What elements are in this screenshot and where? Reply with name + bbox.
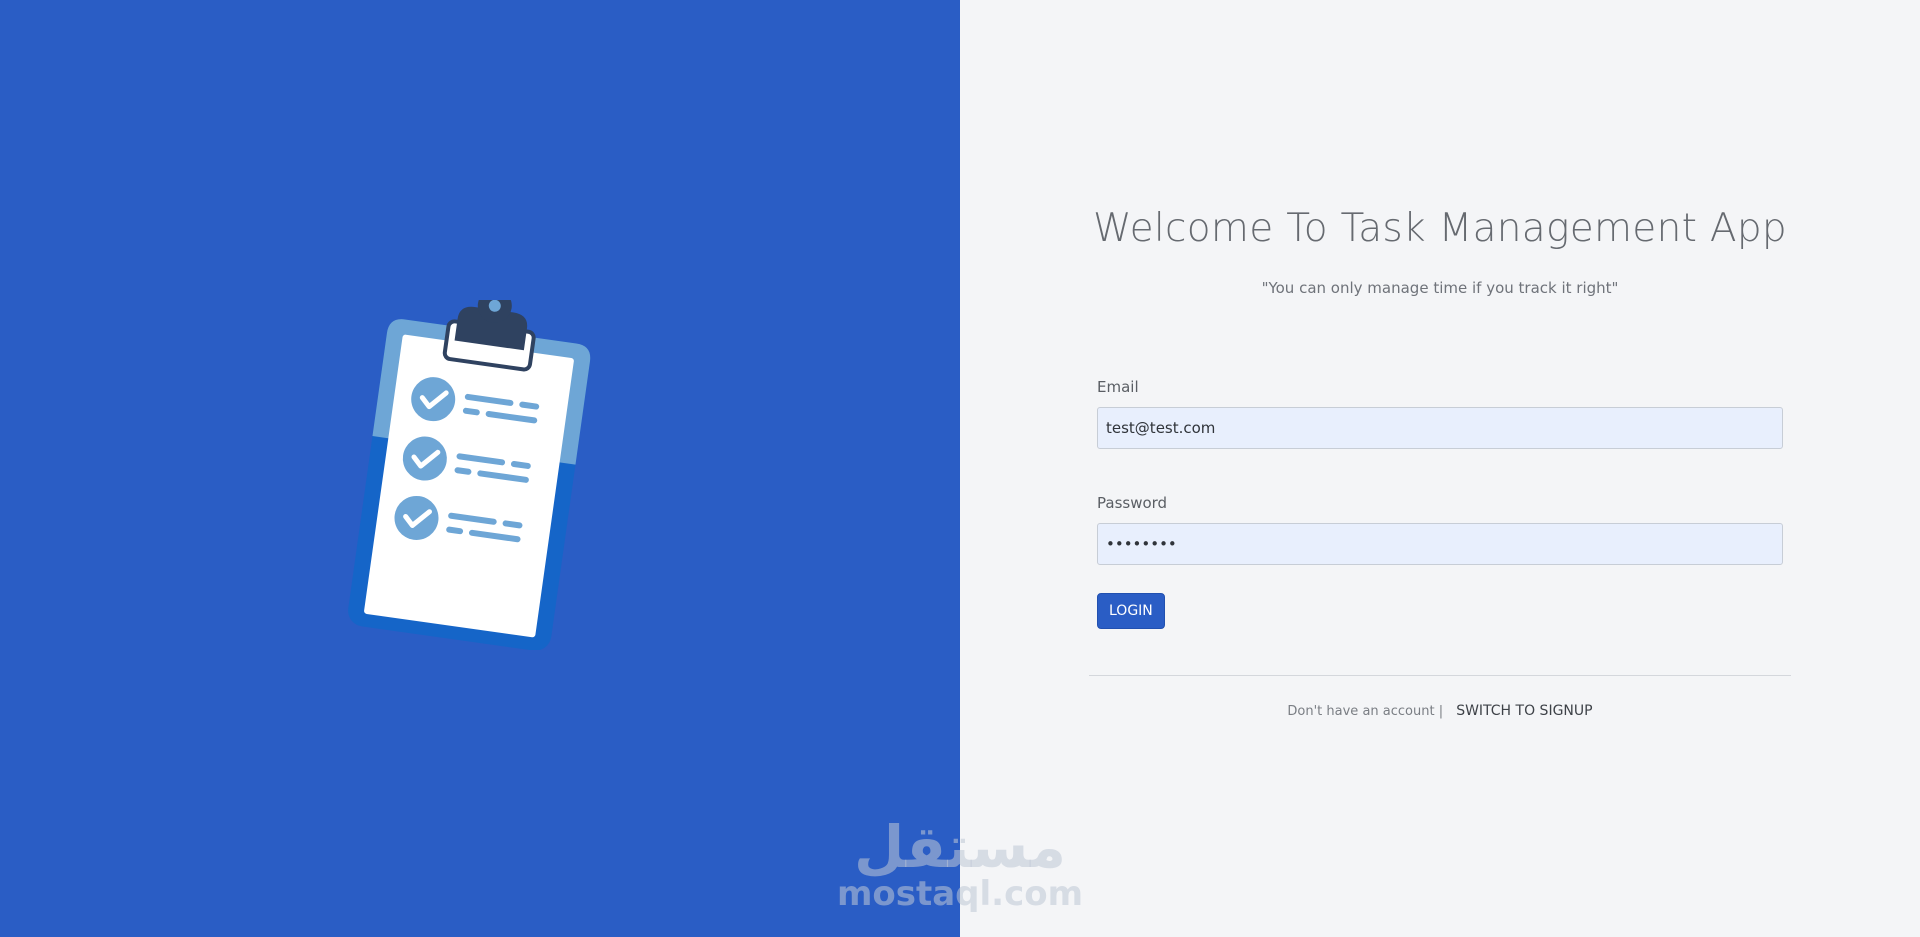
email-label: Email <box>1097 378 1139 396</box>
tagline: "You can only manage time if you track i… <box>1261 279 1619 297</box>
hero-panel <box>0 0 960 937</box>
signup-prompt: Don't have an account | <box>1287 704 1444 719</box>
signup-row: Don't have an account | SWITCH TO SIGNUP <box>960 700 1920 719</box>
clipboard-checklist-icon <box>348 300 591 650</box>
email-group: Email <box>1097 378 1783 449</box>
email-field[interactable] <box>1097 407 1783 449</box>
divider <box>1089 675 1791 676</box>
password-field[interactable] <box>1097 523 1783 565</box>
login-form: Email Password LOGIN <box>1097 378 1783 629</box>
password-label: Password <box>1097 494 1168 512</box>
password-group: Password <box>1097 494 1783 565</box>
page-title: Welcome To Task Management App <box>1093 206 1787 251</box>
login-button[interactable]: LOGIN <box>1097 593 1165 629</box>
login-panel: Welcome To Task Management App "You can … <box>960 0 1920 937</box>
login-page: Welcome To Task Management App "You can … <box>0 0 1920 937</box>
switch-to-signup-link[interactable]: SWITCH TO SIGNUP <box>1456 703 1592 719</box>
